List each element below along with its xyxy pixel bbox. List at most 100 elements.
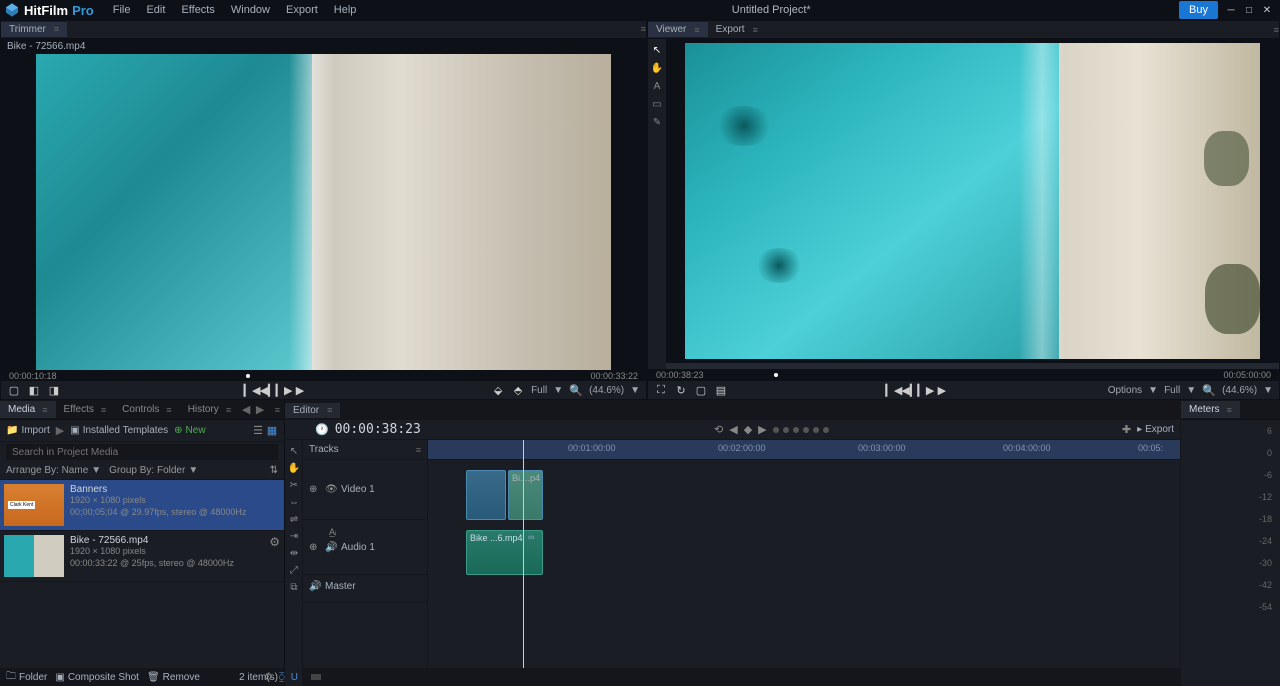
next-frame-button[interactable]: ▶ <box>935 383 949 397</box>
viewer-export-tab[interactable]: Export≡ <box>708 22 766 37</box>
fullscreen-icon[interactable]: ⛶ <box>654 383 668 397</box>
gear-icon[interactable]: ⚙ <box>264 670 273 684</box>
new-button[interactable]: ⊕ New <box>174 425 205 436</box>
hand-tool[interactable]: ✋ <box>287 461 301 475</box>
options-label[interactable]: Options <box>1108 385 1142 396</box>
marker-icon[interactable]: ◆ <box>744 423 752 436</box>
select-tool-icon[interactable]: ↖ <box>650 43 664 57</box>
panel-menu-icon[interactable]: ≡ <box>641 24 646 34</box>
mute-icon[interactable]: 🔊 <box>325 542 337 553</box>
insert-icon[interactable]: ⬙ <box>491 383 505 397</box>
audio-track-label[interactable]: Audio 1 <box>341 542 375 553</box>
mute-icon[interactable]: 🔊 <box>309 581 321 592</box>
marker-dot[interactable] <box>793 427 799 433</box>
rate-tool[interactable]: ⤢ <box>287 563 301 577</box>
search-input[interactable] <box>6 444 278 460</box>
snap-tool[interactable]: ⧉ <box>287 580 301 594</box>
timeline-timecode[interactable]: 00:00:38:23 <box>335 422 421 437</box>
templates-button[interactable]: ▣ Installed Templates <box>70 425 168 436</box>
marker-dot[interactable] <box>803 427 809 433</box>
prev-marker-icon[interactable]: ◀ <box>729 423 737 436</box>
add-track-icon[interactable]: ✚ <box>1122 423 1131 436</box>
gear-icon[interactable]: ⚙ <box>269 535 280 577</box>
step-back-button[interactable]: ◀▎ <box>261 383 275 397</box>
import-button[interactable]: 📁 Import <box>6 425 50 436</box>
sort-icon[interactable]: ⇅ <box>270 465 278 476</box>
play-button[interactable]: ▎▶ <box>919 383 933 397</box>
menu-file[interactable]: File <box>106 2 138 18</box>
marker-dot[interactable] <box>813 427 819 433</box>
tab-nav-right[interactable]: ▶ <box>253 403 267 416</box>
menu-export[interactable]: Export <box>279 2 325 18</box>
panel-menu-icon[interactable]: ≡ <box>1274 25 1279 35</box>
menu-help[interactable]: Help <box>327 2 364 18</box>
eyedrop-icon[interactable]: ✎ <box>650 115 664 129</box>
hand-tool-icon[interactable]: ✋ <box>650 61 664 75</box>
close-button[interactable]: ✕ <box>1258 1 1276 19</box>
playhead[interactable] <box>523 440 524 668</box>
viewer-tab[interactable]: Viewer≡ <box>648 22 708 37</box>
video-clip[interactable]: Bi....p4 <box>508 470 543 520</box>
tracks-menu-icon[interactable]: ≡ <box>416 445 421 455</box>
text-tool-icon[interactable]: A <box>650 79 664 93</box>
menu-window[interactable]: Window <box>224 2 277 18</box>
zoom-icon[interactable]: 🔍 <box>569 383 583 397</box>
arrange-by[interactable]: Arrange By: Name ▼ <box>6 465 101 476</box>
slice-tool[interactable]: ✂ <box>287 478 301 492</box>
media-item[interactable]: Bike - 72566.mp4 1920 × 1080 pixels 00:0… <box>0 531 284 582</box>
roll-tool[interactable]: ⇹ <box>287 546 301 560</box>
menu-effects[interactable]: Effects <box>174 2 221 18</box>
marker-dot[interactable] <box>773 427 779 433</box>
zoom-icon[interactable]: 🔍 <box>1202 383 1216 397</box>
slide-tool[interactable]: ⇌ <box>287 512 301 526</box>
viewer-preview[interactable] <box>685 43 1260 359</box>
link-icon[interactable]: ∞ <box>528 532 534 542</box>
lock-icon[interactable]: ⊕ <box>309 542 321 553</box>
controls-tab[interactable]: Controls≡ <box>114 401 180 418</box>
buy-button[interactable]: Buy <box>1179 1 1218 19</box>
menu-edit[interactable]: Edit <box>139 2 172 18</box>
folder-button[interactable]: 🗀 Folder <box>6 669 47 686</box>
maximize-button[interactable]: □ <box>1240 1 1258 19</box>
history-tab[interactable]: History≡ <box>180 401 239 418</box>
in-out-icon[interactable]: ▢ <box>7 383 21 397</box>
crop-icon[interactable]: ▢ <box>694 383 708 397</box>
media-item[interactable]: Banners 1920 × 1080 pixels 00;00;05;04 @… <box>0 480 284 531</box>
slip-tool[interactable]: ⇔ <box>287 495 301 509</box>
fx-icon[interactable]: A̲ᵢ <box>329 527 336 537</box>
next-frame-button[interactable]: ▶ <box>293 383 307 397</box>
composite-button[interactable]: ▣ Composite Shot <box>55 672 139 683</box>
video-clip[interactable] <box>466 470 506 520</box>
export-button[interactable]: ▸ Export <box>1137 424 1174 435</box>
split-icon[interactable]: ▤ <box>714 383 728 397</box>
effects-tab[interactable]: Effects≡ <box>56 401 115 418</box>
group-by[interactable]: Group By: Folder ▼ <box>109 465 198 476</box>
ripple-tool[interactable]: ⇥ <box>287 529 301 543</box>
trimmer-preview[interactable] <box>36 54 611 370</box>
overlay-icon[interactable]: ⬘ <box>511 383 525 397</box>
prev-frame-button[interactable]: ▎◀ <box>245 383 259 397</box>
media-tab[interactable]: Media≡ <box>0 401 56 418</box>
select-tool[interactable]: ↖ <box>287 444 301 458</box>
marker-dot[interactable] <box>783 427 789 433</box>
mark-in-icon[interactable]: ◧ <box>27 383 41 397</box>
timeline-nav-icon[interactable]: ⟲ <box>714 423 723 436</box>
lock-icon[interactable]: ⊕ <box>309 484 321 495</box>
prev-frame-button[interactable]: ▎◀ <box>887 383 901 397</box>
editor-tab[interactable]: Editor≡ <box>285 403 340 418</box>
visibility-icon[interactable]: 👁 <box>325 484 337 495</box>
zoom-out[interactable] <box>311 674 321 680</box>
master-track-label[interactable]: Master <box>325 581 356 592</box>
snap-u-icon[interactable]: U <box>291 670 298 684</box>
loop-icon[interactable]: ↻ <box>674 383 688 397</box>
tab-nav-left[interactable]: ◀ <box>239 403 253 416</box>
step-back-button[interactable]: ◀▎ <box>903 383 917 397</box>
viewer-quality[interactable]: Full <box>1164 385 1180 396</box>
list-view-icon[interactable]: ☰ <box>252 425 264 437</box>
mark-out-icon[interactable]: ◨ <box>47 383 61 397</box>
trimmer-quality[interactable]: Full <box>531 385 547 396</box>
timeline-ruler[interactable]: 00:01:00:00 00:02:00:00 00:03:00:00 00:0… <box>428 440 1180 460</box>
remove-button[interactable]: 🗑 Remove <box>147 672 200 683</box>
mask-tool-icon[interactable]: ▭ <box>650 97 664 111</box>
minimize-button[interactable]: ─ <box>1222 1 1240 19</box>
